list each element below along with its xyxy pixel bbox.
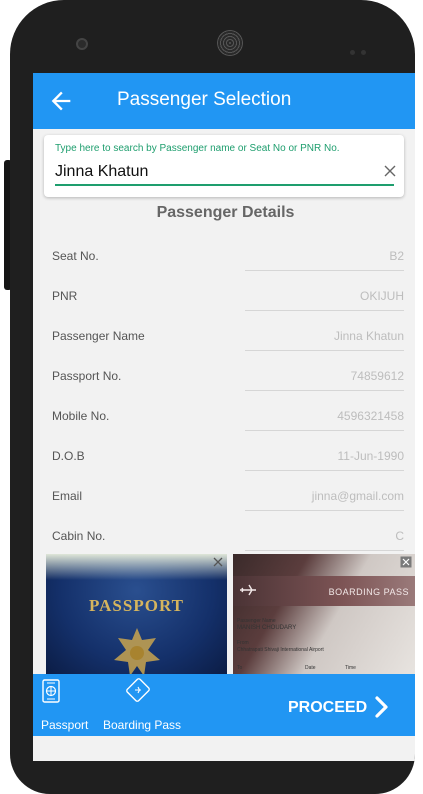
detail-value[interactable]: 11-Jun-1990 (338, 449, 405, 463)
detail-row-email: Email jinna@gmail.com (33, 479, 415, 519)
eagle-seal-icon (114, 628, 160, 676)
airplane-icon (240, 584, 256, 596)
detail-label: Email (52, 489, 83, 503)
photo-glare (46, 554, 227, 580)
search-underline (55, 184, 394, 186)
app-screen: Passenger Selection Type here to search … (33, 73, 415, 761)
clear-search-icon[interactable] (382, 163, 398, 179)
boarding-pass-title: BOARDING PASS (328, 587, 409, 597)
remove-image-icon[interactable] (212, 556, 224, 568)
boarding-name: MANISH CHOUDARY (237, 625, 297, 631)
page-title: Passenger Selection (117, 89, 292, 110)
passenger-search-field[interactable]: Type here to search by Passenger name or… (44, 135, 404, 197)
ticket-icon (126, 678, 150, 702)
field-underline (245, 430, 404, 431)
field-underline (245, 270, 404, 271)
detail-label: Passport No. (52, 369, 122, 383)
detail-label: D.O.B (52, 449, 85, 463)
passport-image[interactable]: PASSPORT (46, 554, 227, 676)
field-underline (245, 390, 404, 391)
detail-label: Seat No. (52, 249, 99, 263)
detail-value[interactable]: Jinna Khatun (334, 329, 404, 343)
proximity-sensor (350, 42, 374, 55)
detail-label: Cabin No. (52, 529, 106, 543)
passport-button-label: Passport (41, 718, 89, 732)
proceed-button[interactable]: PROCEED (288, 699, 367, 717)
passport-icon (42, 679, 60, 703)
front-camera (76, 38, 88, 50)
field-underline (245, 310, 404, 311)
boarding-pass-image[interactable]: BOARDING PASS Passenger Name MANISH CHOU… (233, 554, 415, 676)
remove-image-icon[interactable] (400, 556, 412, 568)
detail-value[interactable]: B2 (389, 249, 404, 263)
chevron-right-icon[interactable] (375, 696, 389, 718)
boarding-name-label: Passenger Name (237, 618, 276, 624)
detail-row-seat: Seat No. B2 (33, 239, 415, 279)
passport-scan-button[interactable]: Passport (33, 674, 95, 736)
boarding-from-label: From (237, 640, 249, 646)
detail-label: PNR (52, 289, 78, 303)
detail-row-passport-no: Passport No. 74859612 (33, 359, 415, 399)
detail-row-passenger-name: Passenger Name Jinna Khatun (33, 319, 415, 359)
phone-frame: Passenger Selection Type here to search … (10, 0, 415, 794)
detail-value[interactable]: jinna@gmail.com (312, 489, 404, 503)
detail-row-pnr: PNR OKIJUH (33, 279, 415, 319)
search-input[interactable]: Jinna Khatun (55, 163, 148, 181)
section-title: Passenger Details (156, 204, 295, 221)
detail-value[interactable]: 4596321458 (337, 409, 404, 423)
boarding-to-label: To (237, 665, 243, 671)
app-bar: Passenger Selection (33, 73, 415, 129)
boarding-date-label: Date (305, 665, 316, 671)
boarding-pass-button-label: Boarding Pass (103, 718, 182, 732)
detail-value[interactable]: C (395, 529, 404, 543)
field-underline (245, 550, 404, 551)
earpiece-speaker (217, 30, 243, 56)
back-arrow-icon[interactable] (47, 87, 75, 115)
bottom-action-bar: Passport Boarding Pass PROCEED (33, 674, 415, 736)
search-hint: Type here to search by Passenger name or… (55, 143, 340, 154)
detail-row-dob: D.O.B 11-Jun-1990 (33, 439, 415, 479)
field-underline (245, 350, 404, 351)
detail-row-cabin: Cabin No. C (33, 519, 415, 559)
boarding-from: Chhatrapati Shivaji International Airpor… (237, 647, 324, 653)
passport-cover-text: PASSPORT (89, 596, 184, 615)
detail-label: Mobile No. (52, 409, 110, 423)
detail-value[interactable]: OKIJUH (360, 289, 404, 303)
boarding-time-label: Time (345, 665, 356, 671)
detail-value[interactable]: 74859612 (351, 369, 404, 383)
boarding-pass-scan-button[interactable]: Boarding Pass (101, 674, 187, 736)
field-underline (245, 470, 404, 471)
detail-row-mobile: Mobile No. 4596321458 (33, 399, 415, 439)
detail-label: Passenger Name (52, 329, 145, 343)
field-underline (245, 510, 404, 511)
